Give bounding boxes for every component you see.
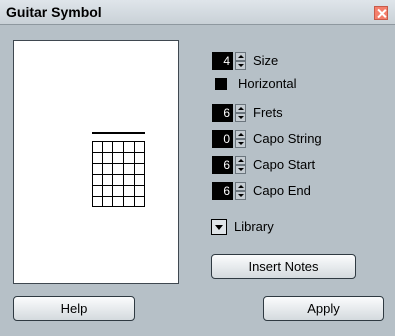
close-icon[interactable] (374, 6, 388, 20)
capo-string-label: Capo String (253, 131, 322, 146)
size-label: Size (253, 53, 279, 68)
library-dropdown-icon[interactable] (211, 219, 227, 235)
frets-spinner (235, 104, 246, 122)
capo-end-label: Capo End (253, 183, 311, 198)
horizontal-label: Horizontal (238, 76, 297, 91)
frets-label: Frets (253, 105, 283, 120)
title-bar[interactable]: Guitar Symbol (0, 0, 395, 25)
frets-down-icon[interactable] (235, 113, 246, 122)
capo-end-spinner (235, 182, 246, 200)
window-title: Guitar Symbol (6, 4, 102, 20)
chord-grid (92, 141, 145, 207)
capo-string-spinner (235, 130, 246, 148)
help-button[interactable]: Help (13, 296, 135, 321)
guitar-symbol-dialog: Guitar Symbol 4 Size Horizontal 6 Frets … (0, 0, 395, 336)
capo-start-value[interactable]: 6 (212, 156, 233, 174)
size-spinner (235, 52, 246, 70)
frets-value[interactable]: 6 (212, 104, 233, 122)
frets-up-icon[interactable] (235, 104, 246, 113)
size-up-icon[interactable] (235, 52, 246, 61)
capo-end-down-icon[interactable] (235, 191, 246, 200)
size-down-icon[interactable] (235, 61, 246, 70)
capo-string-up-icon[interactable] (235, 130, 246, 139)
capo-start-spinner (235, 156, 246, 174)
insert-notes-button[interactable]: Insert Notes (211, 254, 356, 279)
capo-end-up-icon[interactable] (235, 182, 246, 191)
capo-start-up-icon[interactable] (235, 156, 246, 165)
capo-start-down-icon[interactable] (235, 165, 246, 174)
size-value[interactable]: 4 (212, 52, 233, 70)
apply-button[interactable]: Apply (263, 296, 384, 321)
horizontal-checkbox[interactable] (215, 78, 227, 90)
capo-string-down-icon[interactable] (235, 139, 246, 148)
capo-end-value[interactable]: 6 (212, 182, 233, 200)
library-label: Library (234, 219, 274, 234)
capo-start-label: Capo Start (253, 157, 316, 172)
chord-preview (13, 40, 179, 284)
capo-string-value[interactable]: 0 (212, 130, 233, 148)
